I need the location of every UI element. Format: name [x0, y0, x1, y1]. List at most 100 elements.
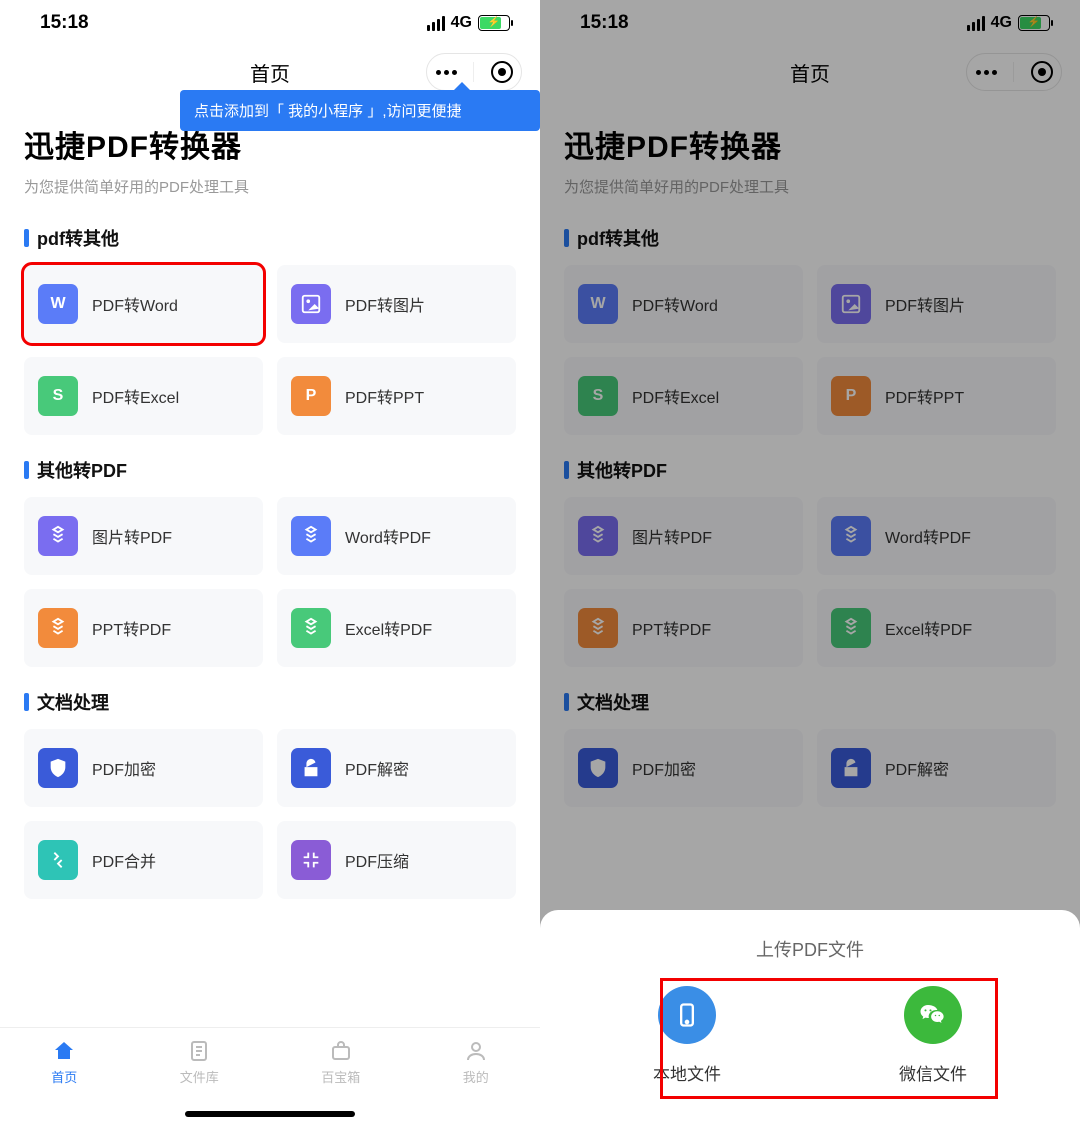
card-pdf-decrypt[interactable]: PDF解密: [817, 729, 1056, 807]
card-label: 图片转PDF: [632, 524, 712, 548]
card-ppt-to-pdf[interactable]: PPT转PDF: [564, 589, 803, 667]
battery-icon: ⚡: [1018, 15, 1050, 31]
card-label: PDF解密: [885, 756, 949, 780]
section-doc-process: 文档处理 PDF加密 PDF解密 PDF合并 PDF压缩: [0, 667, 540, 899]
card-label: PPT转PDF: [632, 616, 711, 640]
unlock-icon: [831, 748, 871, 788]
pdf-icon: [831, 516, 871, 556]
card-pdf-compress[interactable]: PDF压缩: [277, 821, 516, 899]
card-label: PDF合并: [92, 848, 156, 872]
section-title: 其他转PDF: [24, 457, 516, 483]
pdf-icon: [38, 516, 78, 556]
menu-icon[interactable]: [975, 70, 997, 75]
capsule-button[interactable]: [426, 53, 522, 91]
card-label: PDF转PPT: [345, 384, 424, 408]
status-bar: 15:18 4G ⚡: [540, 0, 1080, 46]
excel-icon: S: [578, 376, 618, 416]
tab-files[interactable]: 文件库: [180, 1038, 219, 1086]
card-label: Word转PDF: [345, 524, 431, 548]
word-icon: W: [38, 284, 78, 324]
status-time: 15:18: [40, 12, 89, 34]
home-icon: [51, 1038, 77, 1064]
tab-toolbox[interactable]: 百宝箱: [321, 1038, 360, 1086]
upload-sheet: 上传PDF文件 本地文件 微信文件: [540, 910, 1080, 1127]
card-pdf-merge[interactable]: PDF合并: [24, 821, 263, 899]
app-subtitle: 为您提供简单好用的PDF处理工具: [24, 176, 516, 197]
card-label: PDF转Excel: [92, 384, 179, 408]
card-pdf-encrypt[interactable]: PDF加密: [564, 729, 803, 807]
close-icon[interactable]: [491, 61, 513, 83]
section-title: pdf转其他: [24, 225, 516, 251]
status-right: 4G ⚡: [427, 14, 510, 32]
tab-bar: 首页 文件库 百宝箱 我的: [0, 1027, 540, 1127]
page-title: 首页: [790, 58, 830, 87]
tab-profile[interactable]: 我的: [463, 1038, 489, 1086]
app-subtitle: 为您提供简单好用的PDF处理工具: [564, 176, 1056, 197]
card-pdf-to-ppt[interactable]: P PDF转PPT: [277, 357, 516, 435]
section-pdf-to-other: pdf转其他 W PDF转Word PDF转图片 S PDF转Excel P P…: [540, 203, 1080, 435]
section-title: pdf转其他: [564, 225, 1056, 251]
card-image-to-pdf[interactable]: 图片转PDF: [564, 497, 803, 575]
pdf-icon: [291, 608, 331, 648]
signal-icon: [427, 16, 445, 31]
network-label: 4G: [991, 14, 1012, 32]
close-icon[interactable]: [1031, 61, 1053, 83]
card-pdf-to-image[interactable]: PDF转图片: [277, 265, 516, 343]
pdf-icon: [831, 608, 871, 648]
unlock-icon: [291, 748, 331, 788]
card-label: PDF转Excel: [632, 384, 719, 408]
menu-icon[interactable]: [435, 70, 457, 75]
pdf-icon: [38, 608, 78, 648]
card-label: PDF转PPT: [885, 384, 964, 408]
capsule-button[interactable]: [966, 53, 1062, 91]
signal-icon: [967, 16, 985, 31]
toolbox-icon: [328, 1038, 354, 1064]
pdf-icon: [578, 516, 618, 556]
header-block: 迅捷PDF转换器 为您提供简单好用的PDF处理工具: [540, 98, 1080, 203]
card-pdf-decrypt[interactable]: PDF解密: [277, 729, 516, 807]
page-title: 首页: [250, 58, 290, 87]
status-time: 15:18: [580, 12, 629, 34]
app-title: 迅捷PDF转换器: [564, 122, 1056, 166]
card-excel-to-pdf[interactable]: Excel转PDF: [277, 589, 516, 667]
card-pdf-to-image[interactable]: PDF转图片: [817, 265, 1056, 343]
status-right: 4G ⚡: [967, 14, 1050, 32]
tab-home[interactable]: 首页: [51, 1038, 77, 1086]
profile-icon: [463, 1038, 489, 1064]
highlight-box: [660, 978, 998, 1099]
card-pdf-to-word[interactable]: W PDF转Word: [564, 265, 803, 343]
card-label: PDF转图片: [885, 292, 965, 316]
pdf-icon: [291, 516, 331, 556]
section-doc-process: 文档处理 PDF加密 PDF解密: [540, 667, 1080, 807]
card-word-to-pdf[interactable]: Word转PDF: [817, 497, 1056, 575]
card-label: Excel转PDF: [885, 616, 972, 640]
card-word-to-pdf[interactable]: Word转PDF: [277, 497, 516, 575]
card-label: Word转PDF: [885, 524, 971, 548]
home-indicator: [185, 1111, 355, 1117]
ppt-icon: P: [831, 376, 871, 416]
shield-icon: [38, 748, 78, 788]
network-label: 4G: [451, 14, 472, 32]
card-label: PDF转图片: [345, 292, 425, 316]
word-icon: W: [578, 284, 618, 324]
card-pdf-encrypt[interactable]: PDF加密: [24, 729, 263, 807]
card-label: PDF转Word: [92, 292, 178, 316]
status-bar: 15:18 4G ⚡: [0, 0, 540, 46]
section-other-to-pdf: 其他转PDF 图片转PDF Word转PDF PPT转PDF Excel转PDF: [540, 435, 1080, 667]
card-pdf-to-excel[interactable]: S PDF转Excel: [24, 357, 263, 435]
section-title: 其他转PDF: [564, 457, 1056, 483]
excel-icon: S: [38, 376, 78, 416]
section-other-to-pdf: 其他转PDF 图片转PDF Word转PDF PPT转PDF Excel转PDF: [0, 435, 540, 667]
card-label: 图片转PDF: [92, 524, 172, 548]
card-ppt-to-pdf[interactable]: PPT转PDF: [24, 589, 263, 667]
add-miniprogram-tip[interactable]: 点击添加到「 我的小程序 」,访问更便捷: [180, 90, 540, 131]
image-icon: [831, 284, 871, 324]
card-image-to-pdf[interactable]: 图片转PDF: [24, 497, 263, 575]
section-title: 文档处理: [24, 689, 516, 715]
sheet-title: 上传PDF文件: [564, 936, 1056, 962]
card-pdf-to-ppt[interactable]: P PDF转PPT: [817, 357, 1056, 435]
card-pdf-to-excel[interactable]: S PDF转Excel: [564, 357, 803, 435]
card-pdf-to-word[interactable]: W PDF转Word: [24, 265, 263, 343]
card-label: PDF加密: [632, 756, 696, 780]
card-excel-to-pdf[interactable]: Excel转PDF: [817, 589, 1056, 667]
